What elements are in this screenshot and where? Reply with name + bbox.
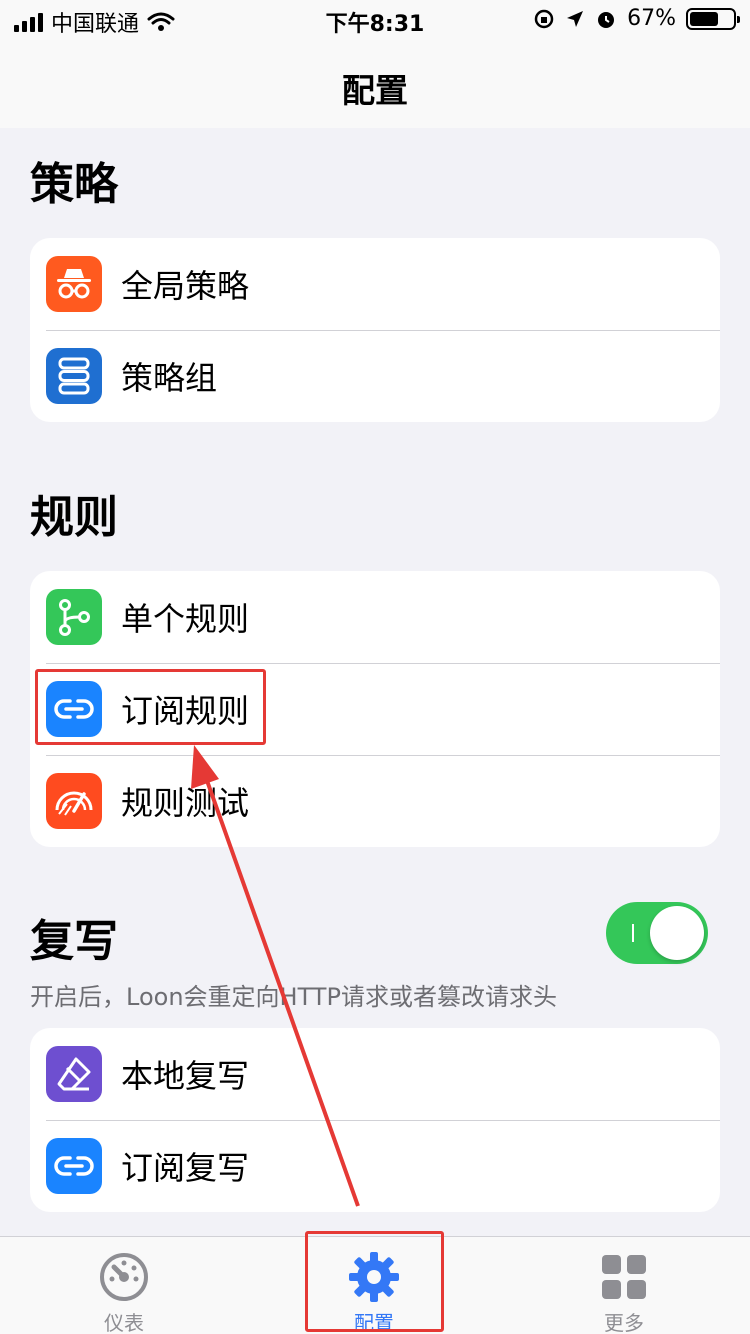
list-item-label: 单个规则 (121, 600, 250, 638)
server-stack-icon (46, 348, 102, 404)
tab-label: 更多 (604, 1311, 644, 1334)
page-title: 配置 (342, 71, 408, 110)
rotation-lock-icon (534, 9, 554, 28)
list-item-label: 策略组 (121, 359, 218, 397)
strategy-card: 全局策略 策略组 (30, 238, 720, 422)
location-icon (567, 10, 584, 27)
rewrite-subtitle: 开启后，Loon会重定向HTTP请求或者篡改请求头 (30, 983, 557, 1011)
tab-dashboard[interactable]: 仪表 (64, 1237, 184, 1334)
list-item-global-strategy[interactable]: 全局策略 (30, 238, 720, 330)
link-icon (46, 1138, 102, 1194)
status-bar: 中国联通 下午8:31 67% (0, 0, 750, 40)
list-item-label: 全局策略 (121, 267, 250, 305)
highlight-box-subscribe-rule (35, 669, 266, 745)
toggle-on-indicator (632, 924, 634, 942)
list-item-single-rule[interactable]: 单个规则 (30, 571, 720, 663)
battery-icon (686, 7, 740, 30)
list-item-label: 规则测试 (121, 784, 250, 822)
tab-more[interactable]: 更多 (564, 1237, 684, 1334)
alarm-icon (598, 11, 615, 28)
list-item-label: 本地复写 (121, 1057, 250, 1095)
section-title-strategy: 策略 (30, 159, 118, 210)
grid-icon (602, 1255, 646, 1299)
eraser-icon (46, 1046, 102, 1102)
list-item-strategy-group[interactable]: 策略组 (30, 330, 720, 422)
rewrite-card: 本地复写 订阅复写 (30, 1028, 720, 1212)
section-title-rules: 规则 (30, 492, 118, 543)
top-bar: 中国联通 下午8:31 67% 配置 (0, 0, 750, 128)
battery-percent: 67% (627, 6, 676, 31)
list-item-label: 订阅复写 (121, 1149, 250, 1187)
incognito-icon (46, 256, 102, 312)
section-title-rewrite: 复写 (30, 916, 118, 967)
toggle-knob (650, 906, 704, 960)
list-item-local-rewrite[interactable]: 本地复写 (30, 1028, 720, 1120)
branch-icon (46, 589, 102, 645)
list-item-rule-test[interactable]: 规则测试 (30, 755, 720, 847)
dashboard-icon (100, 1253, 148, 1301)
list-item-subscribe-rewrite[interactable]: 订阅复写 (30, 1120, 720, 1212)
highlight-box-config-tab (305, 1231, 444, 1332)
tab-label: 仪表 (104, 1311, 144, 1334)
speedometer-icon (46, 773, 102, 829)
rewrite-toggle[interactable] (606, 902, 708, 964)
